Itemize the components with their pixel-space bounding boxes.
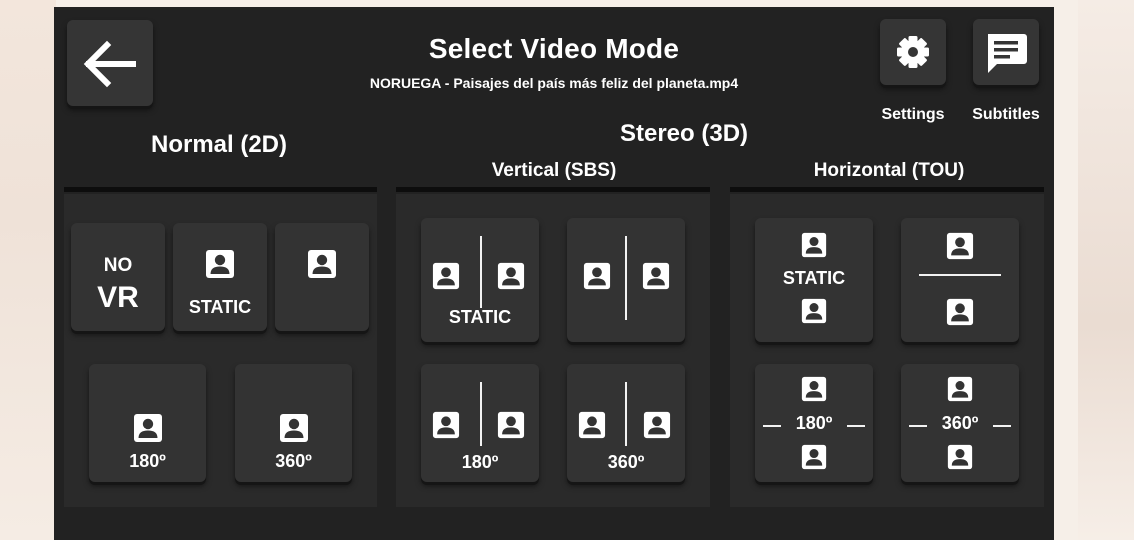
mode-sbs-static-button[interactable]: STATIC (421, 218, 539, 342)
gear-icon (897, 36, 929, 68)
dash-right (993, 425, 1011, 427)
mode-2d-static-button[interactable]: STATIC (173, 223, 267, 331)
video-filename: NORUEGA - Paisajes del país más feliz de… (369, 75, 739, 91)
mode-sbs-360-button[interactable]: 360º (567, 364, 685, 482)
arrow-left-icon (83, 40, 136, 88)
person-icon-bottom (946, 298, 974, 326)
mode-tou-360-button[interactable]: 360º (901, 364, 1019, 482)
static-label: STATIC (188, 297, 252, 317)
person-icon-right (497, 262, 525, 290)
subtitles-label: Subtitles (972, 106, 1040, 123)
tou-divider (730, 187, 1044, 192)
no-vr-line1: NO (103, 255, 133, 276)
settings-button[interactable] (880, 19, 946, 85)
person-icon-left (432, 411, 460, 439)
person-icon (206, 250, 234, 278)
person-icon-top (801, 232, 827, 258)
person-icon-bottom (801, 298, 827, 324)
person-icon-top (946, 232, 974, 260)
dash-right (847, 425, 865, 427)
settings-label: Settings (881, 106, 945, 123)
background-right (1078, 0, 1134, 540)
back-button[interactable] (67, 20, 153, 106)
mode-tou-flat-button[interactable] (901, 218, 1019, 342)
180-label: 180º (129, 451, 166, 471)
mode-no-vr-button[interactable]: NO VR (71, 223, 165, 331)
person-icon-bottom (947, 444, 973, 470)
mode-sbs-180-button[interactable]: 180º (421, 364, 539, 482)
person-icon-top (947, 376, 973, 402)
person-icon (134, 414, 162, 442)
vertical-sbs-heading: Vertical (SBS) (491, 160, 617, 181)
video-mode-dialog: Select Video Mode NORUEGA - Paisajes del… (54, 7, 1054, 540)
split-line (919, 274, 1001, 276)
mode-2d-flat-button[interactable] (275, 223, 369, 331)
360-label: 360º (941, 413, 979, 433)
static-label: STATIC (448, 307, 512, 327)
normal-2d-heading: Normal (2D) (150, 131, 288, 158)
person-icon-top (801, 376, 827, 402)
360-label: 360º (275, 451, 312, 471)
mode-2d-180-button[interactable]: 180º (89, 364, 206, 482)
static-label: STATIC (782, 268, 846, 288)
person-icon-left (578, 411, 606, 439)
no-vr-line2: VR (97, 281, 139, 314)
person-icon (280, 414, 308, 442)
person-icon-right (643, 411, 671, 439)
mode-2d-360-button[interactable]: 360º (235, 364, 352, 482)
mode-sbs-flat-button[interactable] (567, 218, 685, 342)
person-icon-right (642, 262, 670, 290)
180-label: 180º (795, 413, 833, 433)
person-icon (308, 250, 336, 278)
person-icon-left (432, 262, 460, 290)
person-icon-right (497, 411, 525, 439)
subtitles-button[interactable] (973, 19, 1039, 85)
stereo-3d-heading: Stereo (3D) (619, 120, 749, 147)
split-line (625, 382, 627, 446)
split-line (625, 236, 627, 320)
sbs-divider (396, 187, 710, 192)
split-line (480, 236, 482, 308)
mode-tou-static-button[interactable]: STATIC (755, 218, 873, 342)
mode-tou-180-button[interactable]: 180º (755, 364, 873, 482)
split-line (480, 382, 482, 446)
person-icon-left (583, 262, 611, 290)
person-icon-bottom (801, 444, 827, 470)
normal-divider (64, 187, 377, 192)
180-label: 180º (461, 452, 499, 472)
subtitles-icon (988, 34, 1027, 73)
background-left (0, 0, 56, 540)
page-title: Select Video Mode (428, 33, 680, 64)
horizontal-tou-heading: Horizontal (TOU) (813, 160, 965, 181)
360-label: 360º (607, 452, 645, 472)
